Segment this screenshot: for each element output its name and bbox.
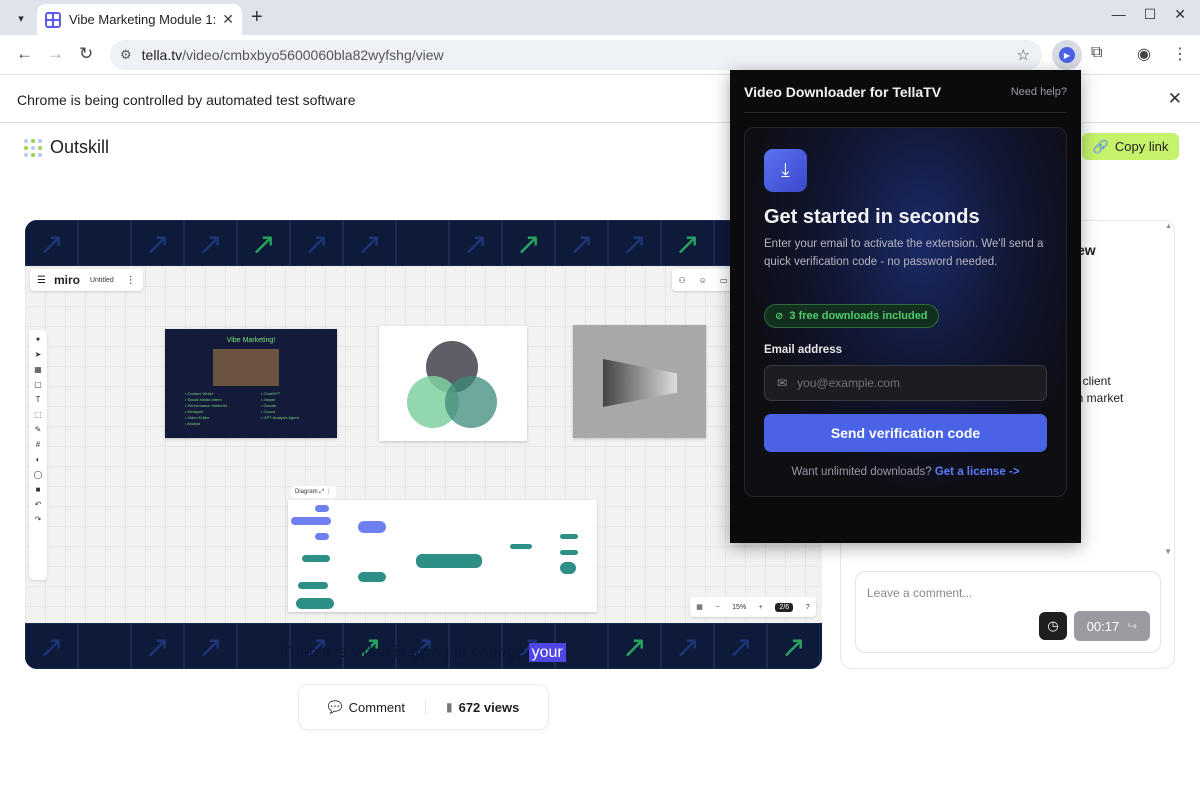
scroll-down-icon[interactable]: ▼ (1164, 547, 1172, 556)
url-text: tella.tv/video/cmbxbyo5600060bla82wyfshg… (141, 47, 444, 63)
license-text: Want unlimited downloads? Get a license … (791, 466, 1020, 478)
infobar-text: Chrome is being controlled by automated … (17, 92, 356, 108)
video-player[interactable]: ↗↗↗↗↗↗↗↗↗↗↗↗↗ ☰ miro Untitled ⋮ ⚇☺▭● ✦➤▦… (25, 220, 822, 669)
site-info-icon[interactable]: ⚙ (120, 47, 132, 63)
scroll-up-icon[interactable]: ▲ (1165, 223, 1172, 230)
check-circle-icon: ⊘ (775, 310, 784, 322)
timestamp-value: 00:17 (1086, 618, 1120, 634)
tella-favicon-icon (45, 11, 61, 28)
menu-kebab-icon[interactable]: ⋮ (1172, 44, 1188, 64)
miro-page-indicator: 2/6 (775, 602, 794, 612)
maximize-icon[interactable]: ☐ (1144, 6, 1157, 23)
miro-toolbar: ✦ ➤ ▦ ▢ T ⬚ ✎ # ◐ ◯ ■ ↶ ↷ (29, 330, 47, 580)
comment-button[interactable]: Comment (349, 700, 405, 715)
link-icon: 🔗 (1092, 138, 1109, 154)
video-stats-bar: 💬 Comment ▮ 672 views (298, 684, 549, 730)
back-icon[interactable]: ← (16, 44, 33, 64)
comment-input[interactable]: Leave a comment... ◷ 00:17 ↪ (855, 571, 1161, 653)
miro-board: ☰ miro Untitled ⋮ ⚇☺▭● ✦➤▦▢T⬚✎#◐◯■↶↷ Vib… (25, 266, 822, 623)
tab-close-icon[interactable]: ✕ (222, 11, 234, 28)
signup-card: ⤓ Get started in seconds Enter your emai… (744, 127, 1067, 497)
popup-title: Video Downloader for TellaTV (744, 84, 942, 100)
miro-frame-vibe-marketing: Vibe Marketing! • Content Writer • Social… (165, 329, 337, 438)
miro-board-name: Untitled (89, 276, 114, 284)
video-top-tiles: ↗↗↗↗↗↗↗↗↗↗↗↗↗ (25, 220, 822, 266)
email-label: Email address (764, 344, 842, 356)
miro-frame-funnel (573, 325, 706, 438)
free-downloads-badge: ⊘ 3 free downloads included (764, 304, 939, 328)
comment-icon: 💬 (327, 700, 343, 714)
bookmark-star-icon[interactable]: ☆ (1017, 46, 1030, 64)
email-field[interactable]: ✉ (764, 365, 1047, 401)
mail-icon: ✉ (777, 376, 788, 390)
miro-zoom-bar: ▦ −15% + 2/6 ? (690, 597, 816, 617)
reload-icon[interactable]: ↻ (79, 44, 93, 64)
new-tab-icon[interactable]: + (251, 6, 263, 29)
email-input[interactable] (797, 376, 1018, 390)
brand-logo[interactable]: Outskill (24, 137, 109, 158)
extension-popup: Video Downloader for TellaTV Need help? … (730, 70, 1081, 543)
brand-name: Outskill (50, 137, 110, 157)
popup-heading: Get started in seconds (764, 206, 980, 228)
get-license-link[interactable]: Get a license -> (935, 466, 1020, 478)
address-bar[interactable]: ⚙ tella.tv/video/cmbxbyo5600060bla82wyfs… (110, 40, 1042, 70)
miro-logo: miro (53, 273, 80, 287)
timestamp-clock-button[interactable]: ◷ (1039, 612, 1067, 640)
diagram-label: Diagram ⤢ ⋮ (291, 486, 336, 498)
need-help-link[interactable]: Need help? (1011, 86, 1067, 98)
forward-icon[interactable]: → (47, 44, 64, 64)
miro-frame-diagram (288, 500, 597, 612)
miro-zoom-level: 15% (732, 603, 747, 611)
miro-frame-venn (379, 326, 527, 441)
frame1-title: Vibe Marketing! (226, 337, 276, 344)
clock-icon: ◷ (1047, 618, 1059, 633)
views-count: 672 views (458, 699, 520, 715)
comment-placeholder: Leave a comment... (867, 586, 973, 600)
tab-strip: ▾ Vibe Marketing Module 1: ✕ + — ☐ ✕ (0, 0, 1200, 35)
tab-title: Vibe Marketing Module 1: (69, 12, 217, 27)
popup-description: Enter your email to activate the extensi… (764, 238, 1044, 268)
tab-search-icon[interactable]: ▾ (10, 7, 32, 29)
download-icon: ⤓ (764, 149, 807, 192)
extensions-puzzle-icon[interactable]: ⧉ (1091, 44, 1102, 62)
send-verification-button[interactable]: Send verification code (764, 414, 1047, 452)
send-arrow-icon: ↪ (1127, 619, 1138, 633)
post-comment-button[interactable]: 00:17 ↪ (1074, 611, 1150, 641)
window-close-icon[interactable]: ✕ (1174, 6, 1186, 23)
video-caption: Then this video is going to change your (25, 643, 822, 662)
infobar-close-icon[interactable]: ✕ (1168, 89, 1182, 109)
outskill-logo-icon (24, 138, 42, 157)
miro-topbar: ☰ miro Untitled ⋮ (30, 269, 143, 291)
profile-icon[interactable]: ◉ (1137, 44, 1151, 64)
copy-link-button[interactable]: 🔗 Copy link (1082, 133, 1179, 160)
copy-link-label: Copy link (1114, 139, 1169, 154)
browser-toolbar: ← → ↻ ⚙ tella.tv/video/cmbxbyo5600060bla… (0, 35, 1200, 75)
browser-tab[interactable]: Vibe Marketing Module 1: ✕ (37, 4, 242, 35)
views-chart-icon: ▮ (445, 700, 453, 714)
minimize-icon[interactable]: — (1112, 6, 1126, 23)
video-downloader-extension-icon[interactable]: ▶ (1052, 40, 1082, 70)
